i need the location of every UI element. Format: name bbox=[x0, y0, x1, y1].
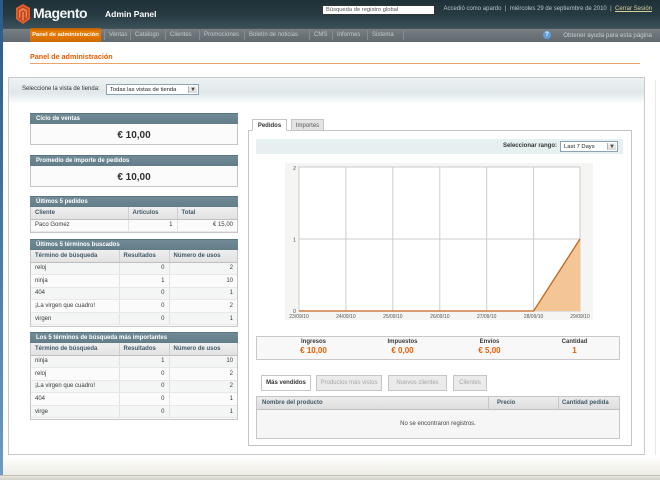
svg-text:26/09/10: 26/09/10 bbox=[430, 314, 450, 320]
svg-text:23/09/10: 23/09/10 bbox=[289, 314, 309, 320]
svg-text:27/09/10: 27/09/10 bbox=[477, 314, 497, 320]
svg-text:2: 2 bbox=[293, 166, 296, 172]
svg-text:24/09/10: 24/09/10 bbox=[336, 314, 356, 320]
svg-text:1: 1 bbox=[293, 238, 296, 244]
svg-text:28/09/10: 28/09/10 bbox=[524, 314, 544, 320]
svg-text:29/09/10: 29/09/10 bbox=[570, 314, 590, 320]
svg-text:25/09/10: 25/09/10 bbox=[383, 314, 403, 320]
